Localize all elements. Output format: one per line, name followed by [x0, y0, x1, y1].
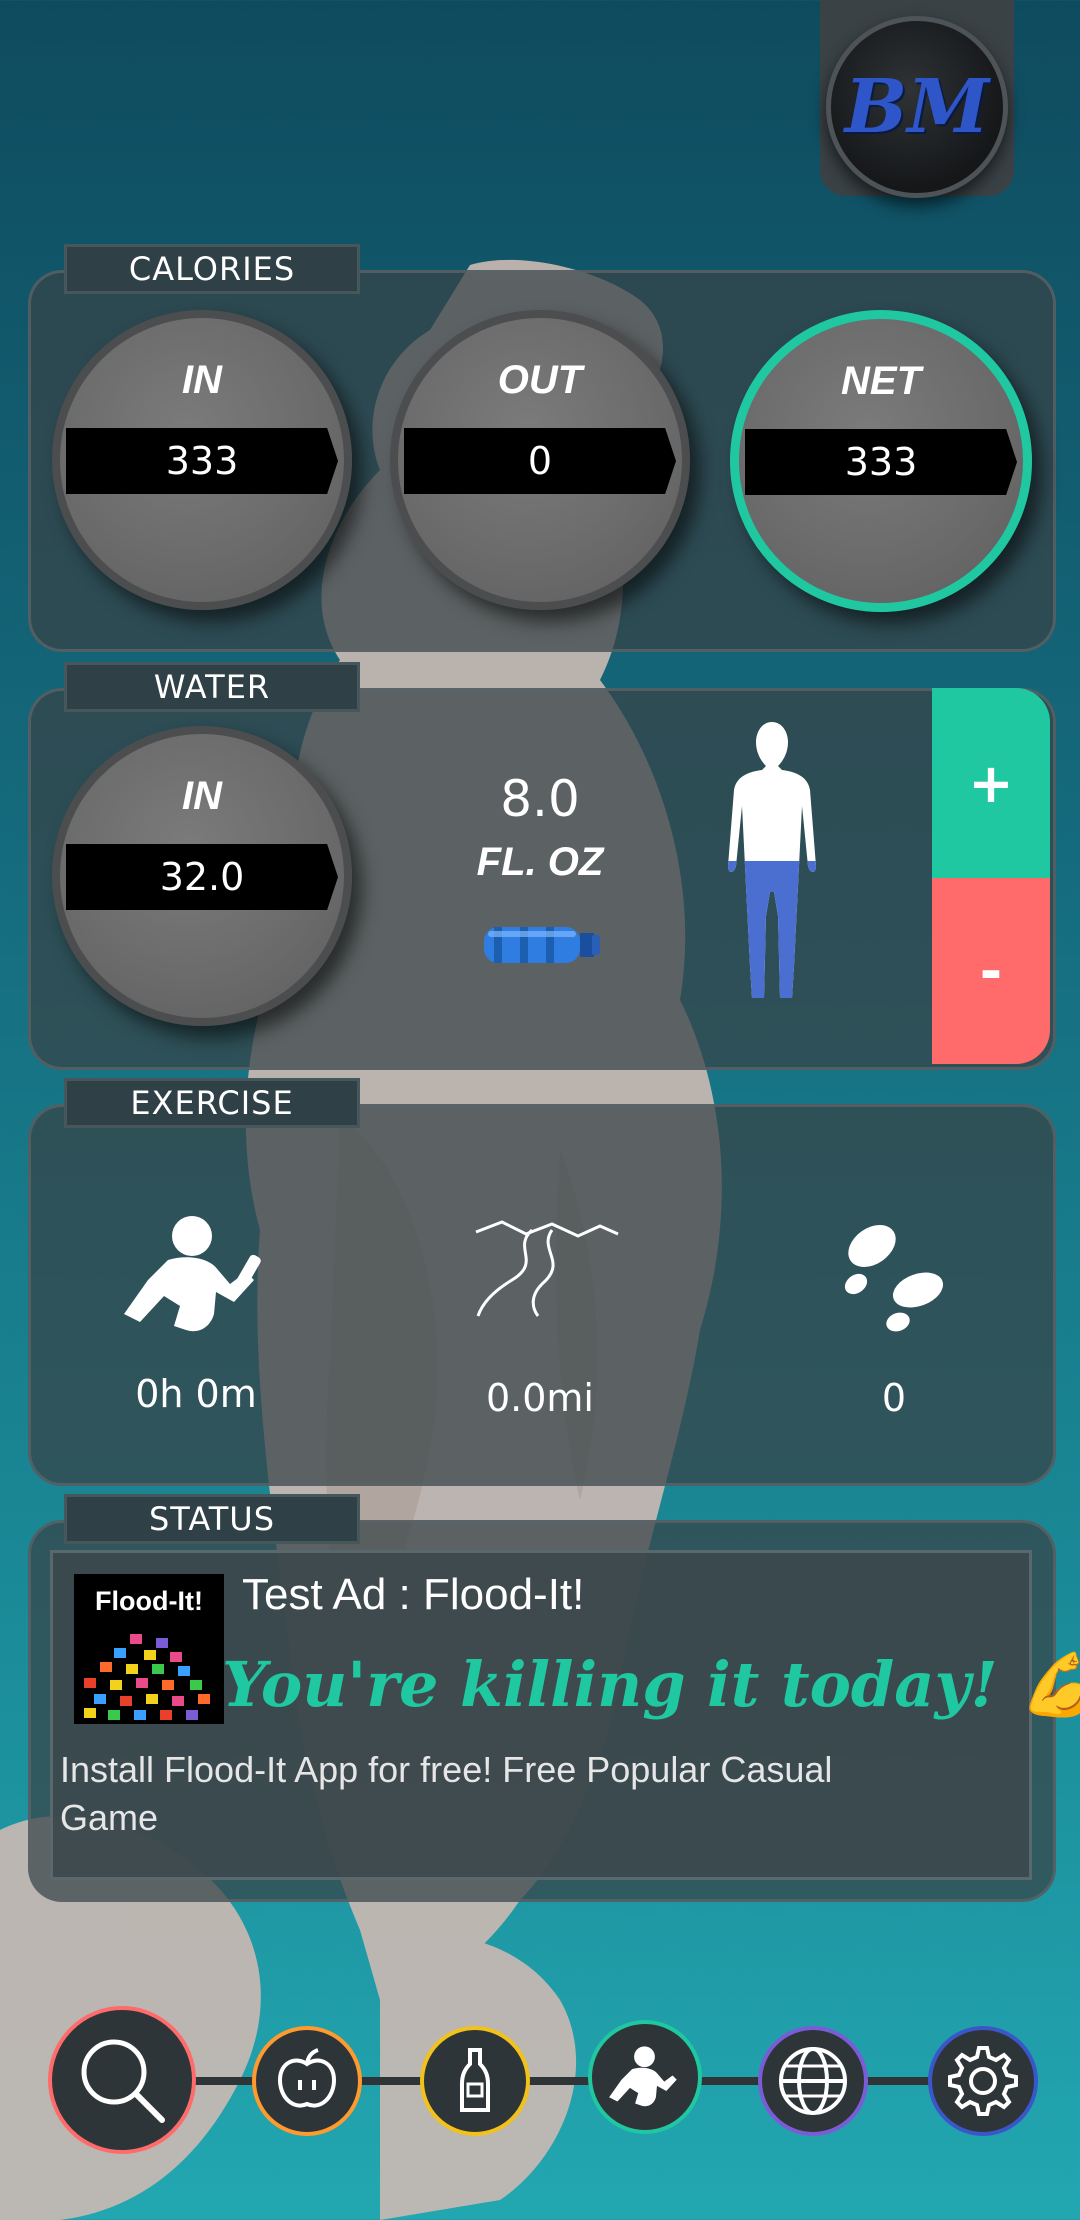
nav-food-button[interactable]	[252, 2026, 362, 2136]
ad-title[interactable]: Test Ad : Flood-It!	[242, 1570, 584, 1620]
nav-globe-button[interactable]	[758, 2026, 868, 2136]
calories-out-title: OUT	[497, 358, 583, 402]
flood-it-pixels-icon	[84, 1634, 210, 1720]
ad-description[interactable]: Install Flood-It App for free! Free Popu…	[60, 1746, 860, 1842]
apple-icon	[277, 2048, 337, 2108]
ad-app-icon[interactable]: Flood-It!	[74, 1574, 224, 1724]
body-hydration-icon	[728, 722, 816, 998]
calories-label: CALORIES	[64, 244, 360, 294]
nav-search-button[interactable]	[48, 2006, 196, 2154]
bottle-icon	[460, 2048, 490, 2112]
remove-water-button[interactable]: -	[932, 878, 1050, 1064]
status-message: You're killing it today! 💪	[222, 1648, 1080, 1721]
calories-net-gauge[interactable]: NET 333	[730, 310, 1032, 612]
calories-in-gauge[interactable]: IN 333	[52, 310, 352, 610]
workout-icon	[609, 2046, 677, 2107]
nav-drink-button[interactable]	[420, 2026, 530, 2136]
workout-icon[interactable]	[118, 1210, 268, 1340]
nav-settings-button[interactable]	[928, 2026, 1038, 2136]
water-in-value: 32.0	[66, 844, 338, 910]
app-logo[interactable]: BM	[826, 16, 1008, 198]
calories-out-gauge[interactable]: OUT 0	[390, 310, 690, 610]
water-serving-unit: FL. OZ	[476, 840, 604, 884]
water-in-gauge[interactable]: IN 32.0	[52, 726, 352, 1026]
search-icon	[81, 2039, 165, 2123]
water-bottle-icon	[484, 927, 600, 963]
water-label: WATER	[64, 662, 360, 712]
calories-net-value: 333	[745, 429, 1017, 495]
distance-road-icon[interactable]	[472, 1218, 622, 1318]
footsteps-icon[interactable]	[828, 1206, 958, 1336]
exercise-label: EXERCISE	[64, 1078, 360, 1128]
exercise-duration: 0h 0m	[135, 1372, 257, 1416]
ad-app-icon-label: Flood-It!	[95, 1586, 203, 1616]
exercise-steps: 0	[881, 1376, 907, 1420]
add-water-button[interactable]: +	[932, 688, 1050, 878]
exercise-distance: 0.0mi	[485, 1376, 594, 1420]
water-in-title: IN	[182, 774, 222, 818]
nav-exercise-button[interactable]	[588, 2020, 702, 2134]
status-label: STATUS	[64, 1494, 360, 1544]
calories-in-value: 333	[66, 428, 338, 494]
gear-icon	[948, 2046, 1018, 2116]
calories-net-title: NET	[841, 359, 921, 403]
water-serving-value: 8.0	[500, 770, 580, 828]
calories-in-title: IN	[182, 358, 222, 402]
calories-out-value: 0	[404, 428, 676, 494]
globe-icon	[779, 2047, 847, 2115]
